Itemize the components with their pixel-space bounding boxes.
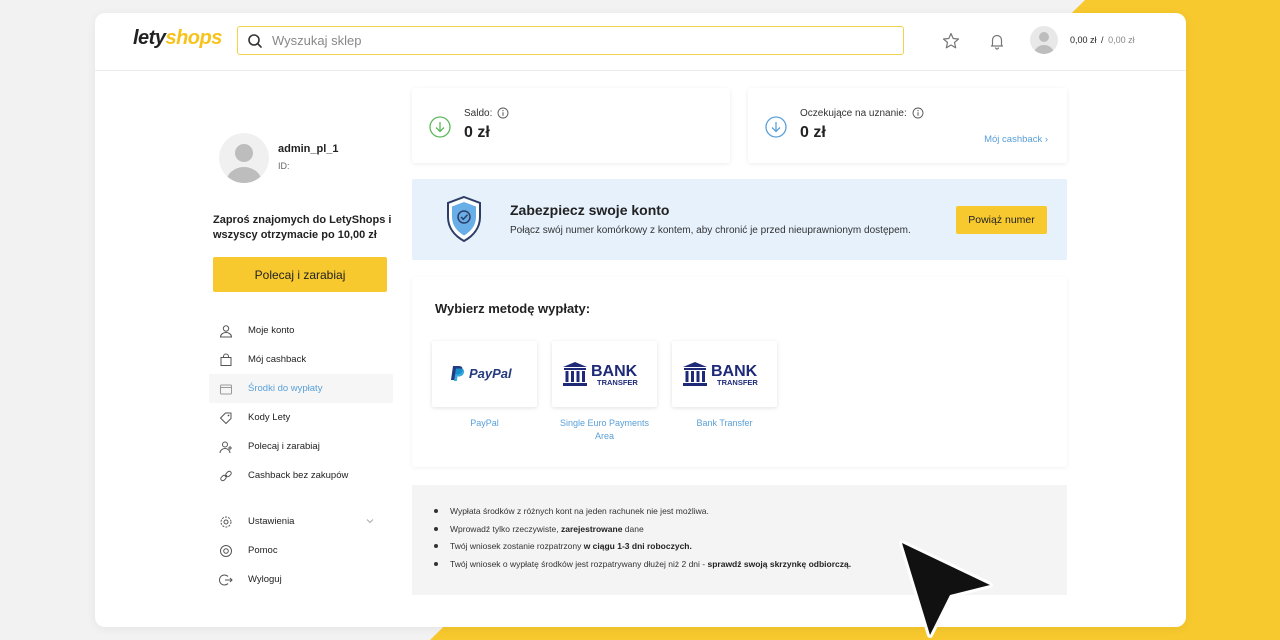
avatar-placeholder-icon <box>1034 32 1054 54</box>
star-icon[interactable] <box>941 31 961 51</box>
sidebar-item-label: Pomoc <box>248 545 278 556</box>
secure-account-banner: Zabezpiecz swoje konto Połącz swój numer… <box>412 179 1067 260</box>
sidebar-item-ustawienia[interactable]: Ustawienia <box>209 507 393 536</box>
note-item: Wypłata środków z różnych kont na jeden … <box>434 505 851 523</box>
search-box[interactable] <box>237 26 904 55</box>
paypal-logo: PayPal <box>432 341 537 407</box>
balance-main: 0,00 zł <box>1070 35 1097 45</box>
invite-text: Zaproś znajomych do LetyShops i wszyscy … <box>213 214 392 241</box>
search-input[interactable] <box>272 31 872 50</box>
pending-card: Oczekujące na uznanie: 0 zł Mój cashback… <box>748 88 1067 163</box>
shield-check-icon <box>447 195 481 243</box>
sidebar-item-label: Cashback bez zakupów <box>248 470 349 481</box>
payout-method-name: Single Euro Payments Area <box>559 418 650 441</box>
sidebar-item-cashback-bez-zakupow[interactable]: Cashback bez zakupów <box>209 461 393 490</box>
letyshops-logo[interactable]: letyshops <box>133 27 222 50</box>
saldo-label: Saldo: <box>464 107 493 119</box>
sidebar-item-srodki-do-wyplaty[interactable]: Środki do wypłaty <box>209 374 393 403</box>
shopping-bag-icon <box>220 353 232 366</box>
sidebar-item-label: Środki do wypłaty <box>248 383 323 394</box>
account-card: letyshops 0,00 zł / 0,00 zł admin_pl_1 I… <box>95 13 1186 627</box>
user-avatar[interactable] <box>1030 26 1058 54</box>
sidebar-item-label: Polecaj i zarabiaj <box>248 441 320 452</box>
payout-method-bank-transfer[interactable]: BANK TRANSFER Bank Transfer <box>672 341 777 430</box>
saldo-value: 0 zł <box>464 124 490 141</box>
info-icon[interactable] <box>912 107 924 119</box>
tag-icon <box>220 412 232 424</box>
logout-icon <box>219 574 233 585</box>
user-plus-icon <box>219 441 232 453</box>
top-bar: letyshops 0,00 zł / 0,00 zł <box>95 13 1186 71</box>
user-icon <box>219 324 233 337</box>
secure-description: Połącz swój numer komórkowy z kontem, ab… <box>510 225 911 236</box>
invite-button[interactable]: Polecaj i zarabiaj <box>213 257 387 292</box>
avatar-placeholder-icon <box>226 144 262 183</box>
profile-id: ID: <box>278 161 290 171</box>
search-icon <box>248 34 262 48</box>
sidebar-item-label: Ustawienia <box>248 516 295 527</box>
bell-icon[interactable] <box>987 31 1007 51</box>
payout-method-name: PayPal <box>470 418 499 428</box>
arrow-down-circle-icon <box>429 116 451 138</box>
note-item: Twój wniosek o wypłatę środków jest rozp… <box>434 558 851 576</box>
sidebar-item-wyloguj[interactable]: Wyloguj <box>209 565 393 594</box>
note-item: Twój wniosek zostanie rozpatrzony w ciąg… <box>434 540 851 558</box>
sidebar-item-pomoc[interactable]: Pomoc <box>209 536 393 565</box>
sidebar-item-kody-lety[interactable]: Kody Lety <box>209 403 393 432</box>
lifebuoy-icon <box>220 544 232 557</box>
saldo-card: Saldo: 0 zł <box>412 88 730 163</box>
pending-label: Oczekujące na uznanie: <box>800 107 907 119</box>
sidebar: admin_pl_1 ID: Zaproś znajomych do LetyS… <box>95 71 405 627</box>
svg-text:PayPal: PayPal <box>469 366 512 381</box>
secure-title: Zabezpiecz swoje konto <box>510 202 670 218</box>
note-item: Wprowadź tylko rzeczywiste, zarejestrowa… <box>434 523 851 541</box>
sidebar-menu: Moje konto Mój cashback Środki do wypłat… <box>209 316 393 594</box>
balance-pending: 0,00 zł <box>1108 35 1135 45</box>
svg-text:TRANSFER: TRANSFER <box>597 378 638 387</box>
wallet-icon <box>220 384 232 394</box>
bank-transfer-logo: BANK TRANSFER <box>552 341 657 407</box>
sidebar-item-label: Moje konto <box>248 325 295 336</box>
pending-value: 0 zł <box>800 124 826 141</box>
sidebar-item-label: Wyloguj <box>248 574 282 585</box>
link-icon <box>220 470 232 481</box>
header-balance[interactable]: 0,00 zł / 0,00 zł <box>1070 35 1135 45</box>
mouse-pointer-icon <box>899 540 993 638</box>
bank-transfer-logo: BANK TRANSFER <box>672 341 777 407</box>
sidebar-item-moje-konto[interactable]: Moje konto <box>209 316 393 345</box>
sidebar-item-moj-cashback[interactable]: Mój cashback <box>209 345 393 374</box>
link-phone-button[interactable]: Powiąż numer <box>956 206 1047 234</box>
payout-method-name: Bank Transfer <box>696 418 753 428</box>
payout-title: Wybierz metodę wypłaty: <box>435 301 591 316</box>
payout-method-sepa[interactable]: BANK TRANSFER Single Euro Payments Area <box>552 341 657 443</box>
my-cashback-link[interactable]: Mój cashback › <box>984 134 1048 145</box>
arrow-down-circle-icon <box>765 116 787 138</box>
sidebar-item-polecaj[interactable]: Polecaj i zarabiaj <box>209 432 393 461</box>
profile-avatar <box>219 133 269 183</box>
svg-text:TRANSFER: TRANSFER <box>717 378 758 387</box>
profile-username: admin_pl_1 <box>278 143 339 155</box>
payout-method-paypal[interactable]: PayPal PayPal <box>432 341 537 430</box>
payout-methods-panel: Wybierz metodę wypłaty: PayPal PayPal BA… <box>412 277 1067 467</box>
sidebar-item-label: Kody Lety <box>248 412 291 423</box>
info-icon[interactable] <box>497 107 509 119</box>
gear-icon <box>220 516 232 527</box>
chevron-down-icon <box>366 519 374 524</box>
sidebar-item-label: Mój cashback <box>248 354 307 365</box>
